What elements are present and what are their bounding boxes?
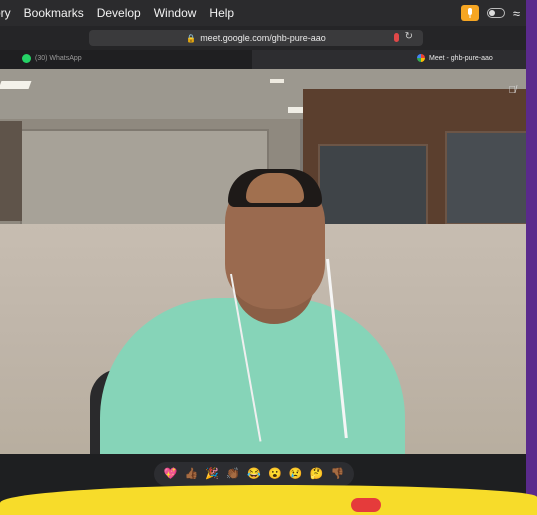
battery-icon[interactable] [486,8,505,18]
mic-muted-icon: 🎙̸ [508,85,517,96]
thumbs-down-reaction-icon[interactable]: 👎🏾 [331,468,345,480]
lock-icon: 🔒 [186,33,197,43]
reactions-bar: 💖 👍🏾 🎉 👏🏾 😂 😮 😢 🤔 👎🏾 [154,462,354,486]
laugh-reaction-icon[interactable]: 😂 [247,468,261,480]
menu-history[interactable]: ory [0,6,11,20]
whatsapp-icon [22,54,31,63]
address-bar[interactable]: 🔒 meet.google.com/ghb-pure-aao ↻ [89,30,423,46]
video-ceiling-light [270,79,284,83]
video-ceiling-light [0,81,32,89]
tab-label: (30) WhatsApp [35,55,82,62]
tab-whatsapp[interactable]: (30) WhatsApp [22,54,82,63]
menu-bookmarks[interactable]: Bookmarks [24,6,84,20]
menu-help[interactable]: Help [209,6,234,20]
participant-video: 🎙̸ [0,69,526,454]
tab-meet[interactable]: Meet - ghb-pure-aao [252,50,526,69]
end-call-button[interactable] [351,498,381,512]
clap-reaction-icon[interactable]: 👏🏾 [226,468,240,480]
browser-toolbar: 🔒 meet.google.com/ghb-pure-aao ↻ [0,26,526,50]
yellow-banner [0,485,537,515]
google-meet-icon [417,54,425,62]
sad-reaction-icon[interactable]: 😢 [289,468,303,480]
video-glass-panel [318,144,428,228]
url-text: meet.google.com/ghb-pure-aao [200,33,326,43]
tab-bar: (30) WhatsApp Meet - ghb-pure-aao [0,50,526,69]
purple-frame [526,0,537,508]
menu-window[interactable]: Window [154,6,197,20]
menu-bar: ory Bookmarks Develop Window Help ≈ [0,0,526,26]
microphone-in-use-icon[interactable] [460,5,479,21]
tab-label: Meet - ghb-pure-aao [429,54,493,62]
thumbs-up-reaction-icon[interactable]: 👍🏾 [184,468,198,480]
recording-microphone-icon [394,33,399,42]
party-reaction-icon[interactable]: 🎉 [205,468,219,480]
menu-develop[interactable]: Develop [97,6,141,20]
heart-reaction-icon[interactable]: 💖 [164,468,178,480]
thinking-reaction-icon[interactable]: 🤔 [310,468,324,480]
wifi-icon[interactable]: ≈ [513,6,520,21]
video-glass-panel [445,131,526,225]
reload-icon[interactable]: ↻ [405,31,413,42]
surprised-reaction-icon[interactable]: 😮 [268,468,282,480]
video-door [0,121,22,221]
